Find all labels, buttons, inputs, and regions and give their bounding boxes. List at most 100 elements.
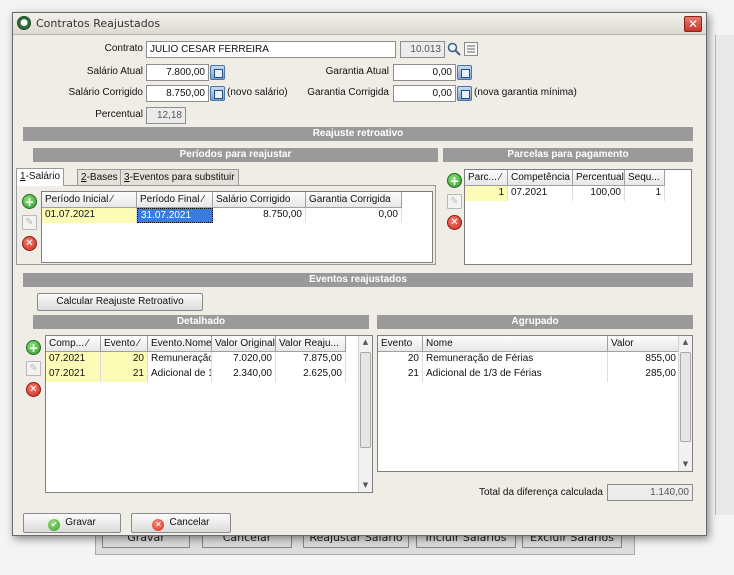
vertical-scrollbar[interactable]: ▲ ▼: [678, 336, 692, 471]
check-icon: ✔: [48, 519, 61, 531]
add-evento-button[interactable]: +: [26, 340, 41, 355]
delete-periodo-button[interactable]: ✕: [22, 236, 37, 251]
calculator-icon[interactable]: [457, 65, 472, 80]
detalhado-grid: Comp... ⁄ Evento ⁄ Evento.Nome Valor Ori…: [45, 335, 373, 493]
table-cell[interactable]: 20: [378, 352, 423, 367]
scroll-up-icon[interactable]: ▲: [679, 336, 692, 349]
table-cell[interactable]: 2.340,00: [212, 367, 276, 382]
table-cell[interactable]: Adicional de 1/3 de Férias: [423, 367, 608, 382]
table-cell[interactable]: Remuneração: [148, 352, 212, 367]
delete-parcela-button[interactable]: ✕: [447, 215, 462, 230]
grid-header[interactable]: Percentual: [573, 170, 625, 186]
delete-evento-button[interactable]: ✕: [26, 382, 41, 397]
salario-atual-label: Salário Atual: [86, 66, 143, 77]
tab-bases[interactable]: 2-Bases: [77, 169, 122, 185]
table-cell[interactable]: 21: [101, 367, 148, 382]
table-cell[interactable]: 20: [101, 352, 148, 367]
grid-header[interactable]: Período Inicial ⁄: [42, 192, 137, 208]
table-cell[interactable]: 07.2021: [46, 367, 101, 382]
grid-header[interactable]: Sequ...: [625, 170, 665, 186]
calculator-icon[interactable]: [210, 65, 225, 80]
novo-salario-note: (novo salário): [227, 87, 288, 98]
grid-header[interactable]: Garantia Corrigida: [306, 192, 402, 208]
table-cell[interactable]: 7.020,00: [212, 352, 276, 367]
grid-header[interactable]: Valor Reaju...: [276, 336, 346, 352]
grid-header[interactable]: Evento: [378, 336, 423, 352]
table-cell[interactable]: 07.2021: [46, 352, 101, 367]
grid-header[interactable]: Evento ⁄: [101, 336, 148, 352]
grid-header[interactable]: Período Final ⁄: [137, 192, 213, 208]
tab-eventos-substituir[interactable]: 3-Eventos para substituir: [120, 169, 239, 185]
total-field: 1.140,00: [607, 484, 693, 501]
grid-header[interactable]: Nome: [423, 336, 608, 352]
background-side-panel: [715, 35, 734, 515]
total-label: Total da diferença calculada: [479, 487, 603, 498]
table-cell[interactable]: 21: [378, 367, 423, 382]
table-cell[interactable]: Remuneração de Férias: [423, 352, 608, 367]
table-cell[interactable]: 01.07.2021: [42, 208, 137, 223]
scroll-thumb[interactable]: [680, 352, 691, 442]
percentual-label: Percentual: [95, 109, 143, 120]
eventos-reajustados-header: Eventos reajustados: [23, 273, 693, 287]
add-periodo-button[interactable]: +: [22, 194, 37, 209]
scroll-thumb[interactable]: [360, 352, 371, 448]
grid-header[interactable]: Comp... ⁄: [46, 336, 101, 352]
tab-salario[interactable]: 1-Salário: [16, 168, 65, 186]
grid-header[interactable]: Evento.Nome: [148, 336, 212, 352]
edit-evento-button[interactable]: ✎: [26, 361, 41, 376]
contratos-reajustados-dialog: ● Contratos Reajustados ✕ Contrato JULIO…: [12, 12, 707, 536]
table-cell[interactable]: 100,00: [573, 186, 625, 201]
table-cell[interactable]: 855,00: [608, 352, 680, 367]
garantia-corrigida-field[interactable]: 0,00: [393, 85, 456, 102]
percentual-field: 12,18: [146, 107, 186, 124]
edit-parcela-button[interactable]: ✎: [447, 194, 462, 209]
table-cell[interactable]: 2.625,00: [276, 367, 346, 382]
nova-garantia-note: (nova garantia mínima): [474, 87, 577, 98]
scroll-down-icon[interactable]: ▼: [679, 458, 692, 471]
contrato-field[interactable]: JULIO CESAR FERREIRA: [146, 41, 396, 58]
reajuste-retroativo-header: Reajuste retroativo: [23, 127, 693, 141]
scroll-down-icon[interactable]: ▼: [359, 479, 372, 492]
table-cell[interactable]: 7.875,00: [276, 352, 346, 367]
calculator-icon[interactable]: [210, 86, 225, 101]
table-cell[interactable]: 8.750,00: [213, 208, 306, 223]
grid-header[interactable]: Valor: [608, 336, 680, 352]
detalhado-header: Detalhado: [33, 315, 369, 329]
garantia-atual-label: Garantia Atual: [325, 66, 389, 77]
table-cell-selected[interactable]: 31.07.2021: [137, 208, 213, 223]
agrupado-header: Agrupado: [377, 315, 693, 329]
vertical-scrollbar[interactable]: ▲ ▼: [358, 336, 372, 492]
parcelas-grid: Parc... ⁄ Competência Percentual Sequ...…: [464, 169, 692, 265]
garantia-atual-field[interactable]: 0,00: [393, 64, 456, 81]
edit-periodo-button[interactable]: ✎: [22, 215, 37, 230]
table-cell[interactable]: Adicional de 1/: [148, 367, 212, 382]
calculator-icon[interactable]: [457, 86, 472, 101]
salario-corrigido-label: Salário Corrigido: [68, 87, 143, 98]
periodos-grid: Período Inicial ⁄ Período Final ⁄ Salári…: [41, 191, 433, 263]
calcular-reajuste-button[interactable]: Calcular Reajuste Retroativo: [37, 293, 203, 311]
cancel-icon: ✕: [152, 519, 165, 531]
garantia-corrigida-label: Garantia Corrigida: [307, 87, 389, 98]
close-button[interactable]: ✕: [684, 16, 702, 32]
grid-header[interactable]: Competência: [508, 170, 573, 186]
grid-header[interactable]: Valor Original: [212, 336, 276, 352]
scroll-up-icon[interactable]: ▲: [359, 336, 372, 349]
table-cell[interactable]: 0,00: [306, 208, 402, 223]
notes-icon[interactable]: [464, 42, 478, 56]
add-parcela-button[interactable]: +: [447, 173, 462, 188]
gravar-button[interactable]: ✔ Gravar: [23, 513, 121, 533]
agrupado-grid: Evento Nome Valor 20 Remuneração de Féri…: [377, 335, 693, 472]
contrato-code-field: 10.013: [400, 41, 445, 58]
table-cell[interactable]: 07.2021: [508, 186, 573, 201]
table-cell[interactable]: 285,00: [608, 367, 680, 382]
search-icon[interactable]: [447, 42, 461, 56]
table-cell[interactable]: 1: [625, 186, 665, 201]
cancelar-button[interactable]: ✕ Cancelar: [131, 513, 231, 533]
grid-header[interactable]: Parc... ⁄: [465, 170, 508, 186]
grid-header[interactable]: Salário Corrigido: [213, 192, 306, 208]
contrato-label: Contrato: [104, 43, 143, 54]
app-icon: ●: [17, 16, 31, 30]
table-cell[interactable]: 1: [465, 186, 508, 201]
salario-atual-field[interactable]: 7.800,00: [146, 64, 209, 81]
salario-corrigido-field[interactable]: 8.750,00: [146, 85, 209, 102]
